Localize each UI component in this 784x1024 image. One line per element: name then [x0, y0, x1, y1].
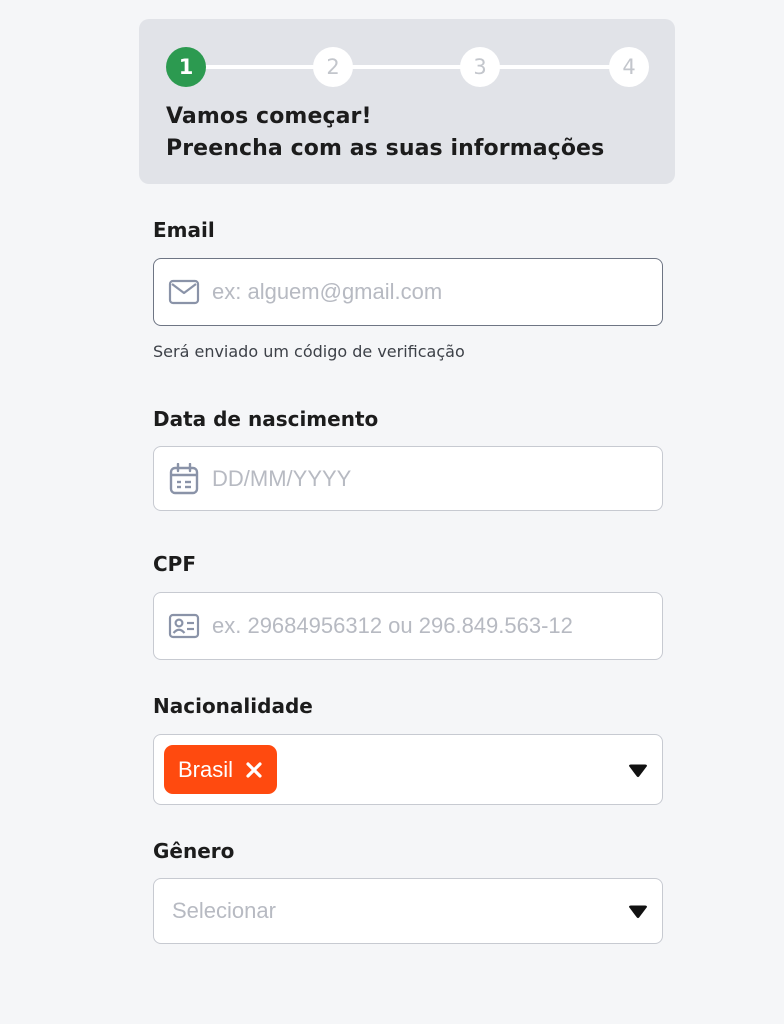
gender-select-value: Selecionar: [172, 898, 276, 923]
cpf-field[interactable]: ex. 29684956312 ou 296.849.563-12: [153, 592, 663, 660]
nationality-select[interactable]: Brasil: [153, 734, 663, 805]
birthdate-field[interactable]: DD/MM/YYYY: [153, 446, 663, 511]
birthdate-label: Data de nascimento: [153, 407, 379, 431]
email-input[interactable]: ex: alguem@gmail.com: [212, 279, 442, 305]
step-1: 1: [166, 47, 206, 87]
birthdate-input[interactable]: DD/MM/YYYY: [212, 466, 351, 492]
calendar-icon: [168, 462, 200, 495]
stepper-subtitle: Preencha com as suas informações: [166, 136, 605, 161]
step-3: 3: [460, 47, 500, 87]
close-icon[interactable]: [245, 761, 263, 779]
stepper-heading: Vamos começar! Preencha com as suas info…: [166, 101, 604, 165]
step-2: 2: [313, 47, 353, 87]
nationality-label: Nacionalidade: [153, 694, 313, 718]
stepper-title: Vamos começar!: [166, 104, 372, 129]
step-4: 4: [609, 47, 649, 87]
gender-select[interactable]: Selecionar: [153, 878, 663, 944]
email-field[interactable]: ex: alguem@gmail.com: [153, 258, 663, 326]
id-card-icon: [168, 610, 200, 642]
caret-down-icon[interactable]: [628, 763, 648, 777]
progress-stepper: 1 2 3 4: [166, 47, 649, 87]
stepper-track: [186, 65, 629, 69]
chip-label: Brasil: [178, 756, 234, 782]
caret-down-icon[interactable]: [628, 904, 648, 919]
nationality-chip: Brasil: [164, 745, 278, 794]
gender-label: Gênero: [153, 839, 235, 863]
mail-icon: [168, 276, 200, 308]
cpf-label: CPF: [153, 552, 196, 576]
stepper-card: 1 2 3 4 Vamos começar! Preencha com as s…: [139, 19, 675, 184]
cpf-input[interactable]: ex. 29684956312 ou 296.849.563-12: [212, 613, 573, 639]
email-helper-text: Será enviado um código de verificação: [153, 342, 465, 361]
signup-page: 1 2 3 4 Vamos começar! Preencha com as s…: [0, 0, 784, 1024]
email-label: Email: [153, 218, 215, 242]
